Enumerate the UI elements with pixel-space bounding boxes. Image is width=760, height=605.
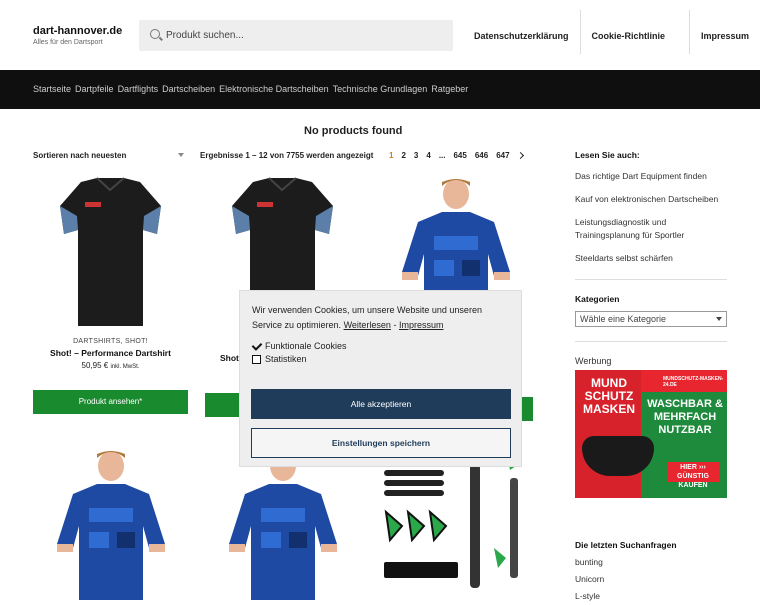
sidebar-link-elektronische[interactable]: Kauf von elektronischen Dartscheiben <box>575 193 727 206</box>
sidebar-link-equipment[interactable]: Das richtige Dart Equipment finden <box>575 170 727 183</box>
nav-startseite[interactable]: Startseite <box>33 70 71 109</box>
cookie-option-label: Funktionale Cookies <box>265 341 347 351</box>
player-shirt-image <box>229 451 337 600</box>
ad-banner[interactable]: MUND SCHUTZ MASKEN MUNDSCHUTZ-MASKEN-24.… <box>575 370 727 498</box>
cookie-option-functional[interactable]: Funktionale Cookies <box>252 341 509 351</box>
logo-title[interactable]: dart-hannover.de <box>33 25 122 37</box>
mask-icon <box>582 436 654 476</box>
sort-label: Sortieren nach neuesten <box>33 151 127 160</box>
ad-right-text: WASCHBAR & MEHRFACH NUTZBAR <box>647 398 723 436</box>
search-icon <box>150 29 160 39</box>
cookie-impressum-link[interactable]: Impressum <box>399 320 444 330</box>
site-header: dart-hannover.de Alles für den Dartsport… <box>0 0 760 93</box>
page-3[interactable]: 3 <box>414 151 418 160</box>
sidebar-heading-last-search: Die letzten Suchanfragen <box>575 540 677 550</box>
page-4[interactable]: 4 <box>426 151 430 160</box>
checkbox-icon[interactable] <box>252 354 261 364</box>
link-cookie-richtlinie[interactable]: Cookie-Richtlinie (EU) <box>581 10 690 93</box>
product-card <box>33 448 188 600</box>
sidebar-link-leistungsdiagnostik[interactable]: Leistungsdiagnostik und Trainingsplanung… <box>575 216 727 242</box>
page-647[interactable]: 647 <box>496 151 509 160</box>
no-products-notice: No products found <box>304 125 403 137</box>
pagination: 1 2 3 4 ... 645 646 647 <box>389 151 524 160</box>
cookie-link-separator: - <box>393 320 397 330</box>
sidebar: Lesen Sie auch: Das richtige Dart Equipm… <box>575 150 727 498</box>
nav-elektronische-dartscheiben[interactable]: Elektronische Dartscheiben <box>219 70 329 109</box>
nav-dartscheiben[interactable]: Dartscheiben <box>162 70 215 109</box>
page-ellipsis: ... <box>438 151 446 160</box>
search-input[interactable] <box>166 20 446 51</box>
product-image[interactable] <box>33 176 188 326</box>
last-search-item[interactable]: bunting <box>575 557 727 567</box>
last-search-item[interactable]: Unicorn <box>575 574 727 584</box>
cookie-read-more-link[interactable]: Weiterlesen <box>344 320 391 330</box>
page-645[interactable]: 645 <box>453 151 466 160</box>
sidebar-link-steeldarts[interactable]: Steeldarts selbst schärfen <box>575 252 727 265</box>
sidebar-heading-read: Lesen Sie auch: <box>575 150 640 160</box>
divider <box>575 279 727 280</box>
page-646[interactable]: 646 <box>475 151 488 160</box>
player-shirt-image <box>57 451 165 600</box>
search-box[interactable] <box>139 20 453 51</box>
product-card: DARTSHIRTS, SHOT! Shot! – Performance Da… <box>33 176 188 414</box>
cookie-text: Wir verwenden Cookies, um unsere Website… <box>252 303 509 333</box>
category-select[interactable]: Wähle eine Kategorie <box>575 311 727 327</box>
price-tax: inkl. MwSt. <box>110 364 140 370</box>
ad-left-text: MUND SCHUTZ MASKEN <box>582 376 635 416</box>
chevron-down-icon <box>178 153 184 157</box>
price-value: 50,95 € <box>81 361 109 370</box>
nav-dartpfeile[interactable]: Dartpfeile <box>75 70 114 109</box>
cookie-option-label: Statistiken <box>265 354 307 364</box>
link-impressum[interactable]: Impressum <box>690 10 760 54</box>
accept-all-button[interactable]: Alle akzeptieren <box>251 389 511 419</box>
page-2[interactable]: 2 <box>401 151 405 160</box>
product-card <box>205 448 360 600</box>
site-logo[interactable]: dart-hannover.de Alles für den Dartsport <box>33 25 122 46</box>
shirt-black-image <box>60 177 161 326</box>
divider <box>575 341 727 342</box>
product-title[interactable]: Shot! – Performance Dartshirt <box>33 348 188 358</box>
view-product-button[interactable]: Produkt ansehen* <box>33 390 188 414</box>
chevron-down-icon <box>716 317 722 321</box>
cookie-option-statistics[interactable]: Statistiken <box>252 354 509 364</box>
chevron-right-icon[interactable] <box>516 151 524 160</box>
sort-select[interactable]: Sortieren nach neuesten <box>33 151 186 160</box>
link-datenschutz[interactable]: Datenschutzerklärung <box>463 10 581 54</box>
check-icon[interactable] <box>252 342 261 351</box>
ad-label: Werbung <box>575 356 612 366</box>
product-price: 50,95 € inkl. MwSt. <box>33 361 188 370</box>
nav-ratgeber[interactable]: Ratgeber <box>431 70 468 109</box>
cookie-dialog: Wir verwenden Cookies, um unsere Website… <box>239 290 522 467</box>
product-card <box>378 448 533 598</box>
logo-subtitle: Alles für den Dartsport <box>33 39 103 46</box>
page-1[interactable]: 1 <box>389 151 393 160</box>
last-searches: Die letzten Suchanfragen bunting Unicorn… <box>575 540 727 601</box>
product-category[interactable]: DARTSHIRTS, SHOT! <box>33 338 188 345</box>
product-image[interactable] <box>378 448 533 598</box>
nav-dartflights[interactable]: Dartflights <box>118 70 159 109</box>
save-settings-button[interactable]: Einstellungen speichern <box>251 428 511 458</box>
ad-logo: MUNDSCHUTZ-MASKEN-24.DE <box>663 376 724 388</box>
product-image[interactable] <box>205 448 360 600</box>
ad-cta[interactable]: HIER ››› GÜNSTIG KAUFEN <box>667 462 719 489</box>
main-nav: Startseite Dartpfeile Dartflights Dartsc… <box>0 70 760 109</box>
top-links: Datenschutzerklärung Cookie-Richtlinie (… <box>463 10 760 93</box>
sidebar-heading-categories: Kategorien <box>575 294 620 304</box>
product-image[interactable] <box>33 448 188 600</box>
category-select-value: Wähle eine Kategorie <box>580 314 667 324</box>
results-count: Ergebnisse 1 – 12 von 7755 werden angeze… <box>200 151 374 160</box>
darts-set-image <box>384 450 522 588</box>
nav-technische-grundlagen[interactable]: Technische Grundlagen <box>333 70 428 109</box>
